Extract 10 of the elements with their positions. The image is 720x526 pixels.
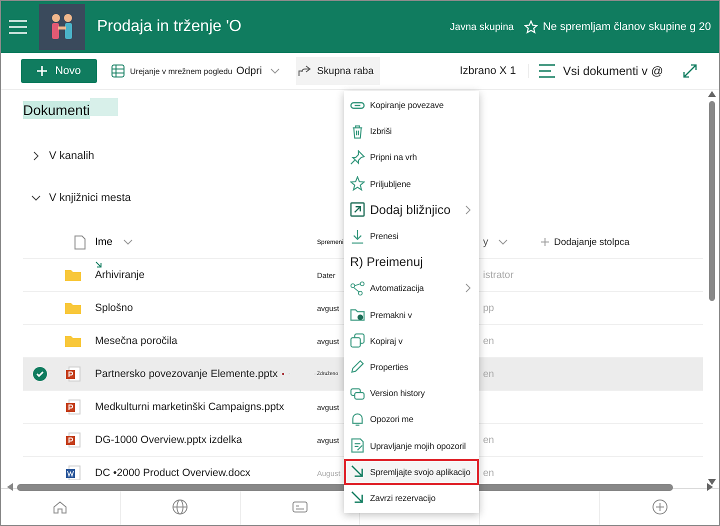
privacy-label: Javna skupina [450, 22, 514, 32]
selection-count: Izbrano X 1 [460, 65, 516, 77]
modified-by-cell: istrator [483, 270, 514, 280]
modified-by-cell: en [483, 368, 494, 380]
library-title: Dokumenti [23, 101, 90, 119]
modified-by-cell: en [483, 336, 494, 346]
modified-by-cell: en [483, 434, 494, 446]
modified-by-cell: en [483, 468, 494, 478]
modified-by-cell: pp [483, 302, 494, 314]
site-title: Prodaja in trženje 'O [97, 18, 242, 36]
